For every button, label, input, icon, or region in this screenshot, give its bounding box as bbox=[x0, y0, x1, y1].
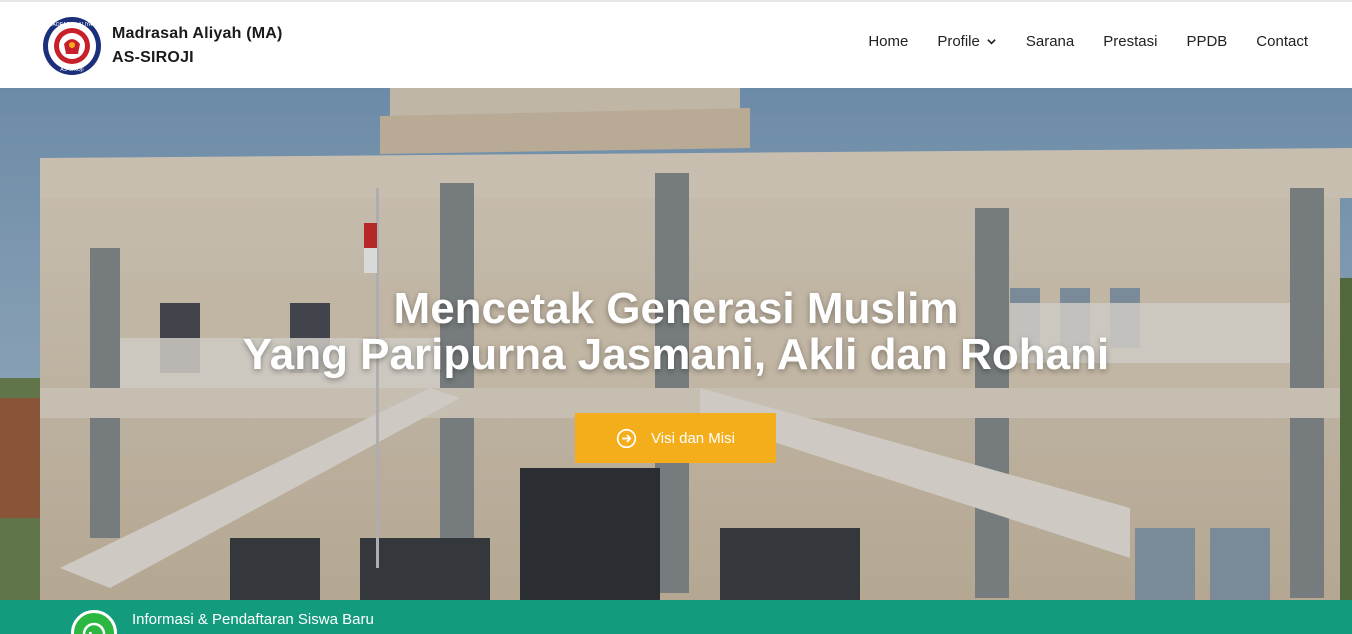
school-logo[interactable]: MADRASAH ALIYAH AS-SIROJI bbox=[42, 16, 102, 76]
nav-contact-label: Contact bbox=[1256, 33, 1308, 50]
whatsapp-icon[interactable] bbox=[71, 610, 117, 634]
svg-text:AS-SIROJI: AS-SIROJI bbox=[60, 67, 83, 73]
nav-sarana-label: Sarana bbox=[1025, 33, 1075, 50]
nav-contact[interactable]: Contact bbox=[1256, 33, 1308, 50]
nav-prestasi-label: Prestasi bbox=[1103, 33, 1158, 50]
brand-line-2: AS-SIROJI bbox=[112, 49, 194, 66]
nav-profile[interactable]: Profile bbox=[937, 33, 997, 50]
main-nav: Home Profile Sarana Prestasi PPDB Contac… bbox=[839, 33, 1308, 50]
svg-text:MADRASAH ALIYAH: MADRASAH ALIYAH bbox=[48, 22, 96, 28]
nav-prestasi[interactable]: Prestasi bbox=[1103, 33, 1157, 50]
hero-headline-line-2: Yang Paripurna Jasmani, Akli dan Rohani bbox=[242, 330, 1110, 379]
visi-misi-button[interactable]: Visi dan Misi bbox=[575, 413, 776, 463]
hero-headline: Mencetak Generasi Muslim Yang Paripurna … bbox=[0, 286, 1352, 378]
nav-profile-label: Profile bbox=[937, 33, 980, 50]
info-bar-text[interactable]: Informasi & Pendaftaran Siswa Baru bbox=[132, 611, 374, 628]
hero-headline-line-1: Mencetak Generasi Muslim bbox=[393, 284, 959, 333]
nav-home[interactable]: Home bbox=[868, 33, 908, 50]
visi-misi-label: Visi dan Misi bbox=[651, 429, 735, 447]
arrow-right-circle-icon bbox=[616, 428, 637, 448]
nav-ppdb-label: PPDB bbox=[1186, 33, 1228, 50]
site-header: MADRASAH ALIYAH AS-SIROJI Madrasah Aliya… bbox=[0, 2, 1352, 88]
info-bar[interactable]: Informasi & Pendaftaran Siswa Baru bbox=[0, 600, 1352, 634]
brand-line-1: Madrasah Aliyah (MA) bbox=[112, 25, 283, 42]
chevron-down-icon bbox=[987, 39, 996, 45]
nav-ppdb[interactable]: PPDB bbox=[1186, 33, 1227, 50]
nav-sarana[interactable]: Sarana bbox=[1026, 33, 1074, 50]
brand-name[interactable]: Madrasah Aliyah (MA) AS-SIROJI bbox=[112, 22, 283, 70]
nav-home-label: Home bbox=[868, 33, 909, 50]
hero-section: Mencetak Generasi Muslim Yang Paripurna … bbox=[0, 88, 1352, 600]
